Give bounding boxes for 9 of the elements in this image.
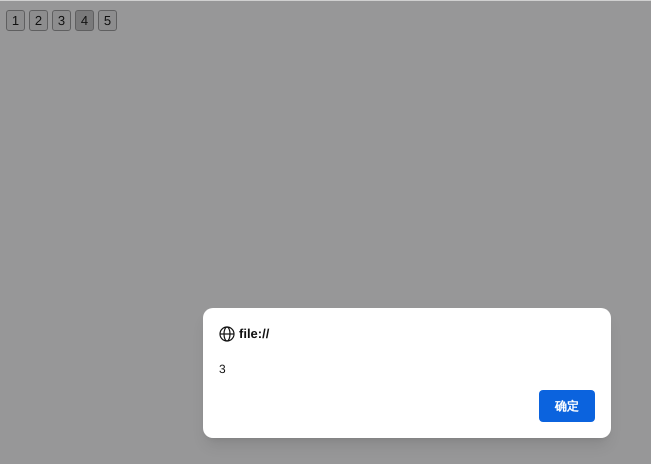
dialog-title: file:// [239, 325, 270, 343]
globe-icon [219, 326, 235, 342]
number-button[interactable]: 1 [6, 10, 25, 31]
number-button[interactable]: 2 [29, 10, 48, 31]
dialog-message: 3 [219, 360, 227, 378]
number-button[interactable]: 4 [75, 10, 94, 31]
number-button[interactable]: 3 [52, 10, 71, 31]
number-button[interactable]: 5 [98, 10, 117, 31]
confirm-button[interactable]: 确定 [539, 390, 595, 422]
